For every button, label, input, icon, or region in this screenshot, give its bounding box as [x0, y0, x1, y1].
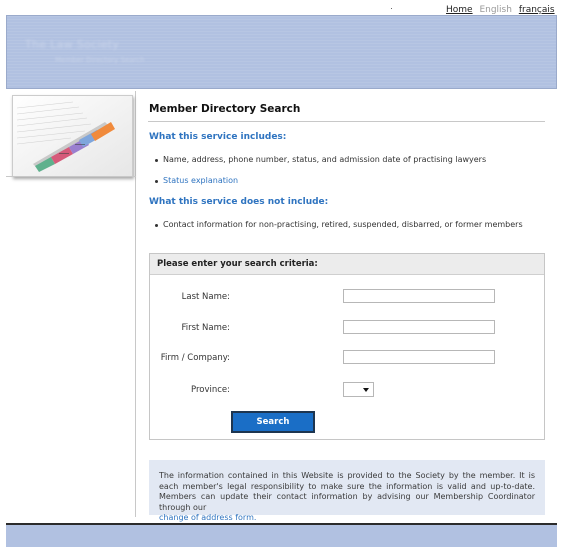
english-link: English [479, 5, 512, 15]
sidebar-divider [6, 176, 136, 177]
page-title: Member Directory Search [149, 103, 301, 115]
last-name-input[interactable] [343, 289, 495, 303]
dropdown-arrow-icon [363, 388, 369, 392]
change-of-address-link[interactable]: change of address form. [159, 513, 535, 524]
french-link[interactable]: français [519, 5, 555, 15]
firm-company-label: Firm / Company: [160, 353, 230, 363]
search-button[interactable]: Search [231, 411, 315, 433]
footer-bar [6, 525, 557, 547]
first-name-input[interactable] [343, 320, 495, 334]
status-explanation-link[interactable]: Status explanation [154, 176, 238, 185]
language-links: Home English français [446, 5, 555, 15]
includes-heading: What this service includes: [149, 132, 287, 142]
home-link[interactable]: Home [446, 5, 473, 15]
excludes-heading: What this service does not include: [149, 197, 329, 207]
search-panel-heading: Please enter your search criteria: [150, 254, 544, 275]
excludes-item-details: Contact information for non-practising, … [155, 220, 523, 229]
search-panel: Please enter your search criteria: Last … [149, 253, 545, 440]
left-sidebar [6, 91, 136, 517]
header-banner: The Law Society Member Directory Search [6, 15, 557, 89]
first-name-label: First Name: [181, 323, 230, 333]
top-dot [391, 8, 392, 9]
disclaimer-notice: The information contained in this Websit… [149, 460, 545, 522]
site-logo-subtitle: Member Directory Search [55, 56, 145, 64]
province-select[interactable] [343, 382, 374, 397]
province-label: Province: [190, 385, 230, 395]
last-name-label: Last Name: [181, 292, 230, 302]
includes-item-details: Name, address, phone number, status, and… [154, 155, 487, 164]
firm-company-input[interactable] [343, 350, 495, 364]
site-logo-title[interactable]: The Law Society [25, 38, 119, 51]
document-tabs-image [12, 95, 133, 177]
title-divider [148, 121, 545, 122]
disclaimer-text: The information contained in this Websit… [159, 471, 535, 512]
